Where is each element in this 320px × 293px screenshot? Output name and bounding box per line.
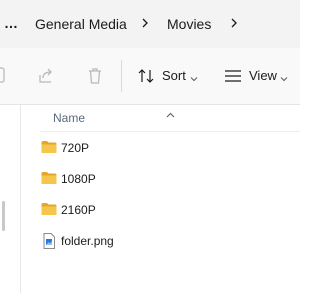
- file-name: folder.png: [61, 234, 114, 248]
- chevron-right-icon[interactable]: [139, 17, 151, 29]
- column-header-name[interactable]: Name: [53, 111, 85, 125]
- folder-icon: [41, 202, 57, 216]
- folder-icon: [41, 140, 57, 154]
- sort-label: Sort: [162, 68, 186, 83]
- breadcrumb-item-movies[interactable]: Movies: [167, 16, 211, 32]
- share-icon[interactable]: [37, 67, 55, 85]
- navigation-scrollbar[interactable]: [2, 201, 5, 231]
- column-header-divider: [40, 131, 300, 132]
- view-list-icon: [224, 68, 242, 87]
- chevron-right-icon[interactable]: [228, 17, 240, 29]
- image-file-icon: [41, 233, 57, 249]
- file-name: 2160P: [61, 203, 96, 217]
- navigation-pane-edge: [0, 105, 21, 293]
- file-name: 1080P: [61, 172, 96, 186]
- breadcrumb-item-general-media[interactable]: General Media: [35, 16, 127, 32]
- sort-icon: [137, 67, 155, 88]
- folder-icon: [41, 171, 57, 185]
- file-explorer-window: … General Media Movies Sort View Name 72…: [0, 0, 300, 293]
- view-button[interactable]: View: [224, 66, 294, 86]
- view-label: View: [249, 68, 277, 83]
- chevron-down-icon: [190, 71, 198, 86]
- delete-icon[interactable]: [87, 67, 103, 85]
- sort-ascending-icon: [166, 105, 175, 123]
- sort-button[interactable]: Sort: [137, 66, 201, 86]
- toolbar-divider: [121, 60, 122, 92]
- list-item[interactable]: 1080P: [36, 165, 300, 193]
- breadcrumb-overflow-button[interactable]: …: [4, 15, 19, 31]
- file-name: 720P: [61, 141, 90, 155]
- file-list-pane: Name 720P 1080P 2160P folder.png: [0, 105, 300, 293]
- list-item[interactable]: folder.png: [36, 227, 300, 255]
- address-bar[interactable]: … General Media Movies: [0, 0, 300, 48]
- command-toolbar: Sort View: [0, 48, 300, 105]
- list-item[interactable]: 2160P: [36, 196, 300, 224]
- copy-icon[interactable]: [0, 67, 8, 85]
- chevron-down-icon: [280, 71, 288, 86]
- list-item[interactable]: 720P: [36, 134, 300, 162]
